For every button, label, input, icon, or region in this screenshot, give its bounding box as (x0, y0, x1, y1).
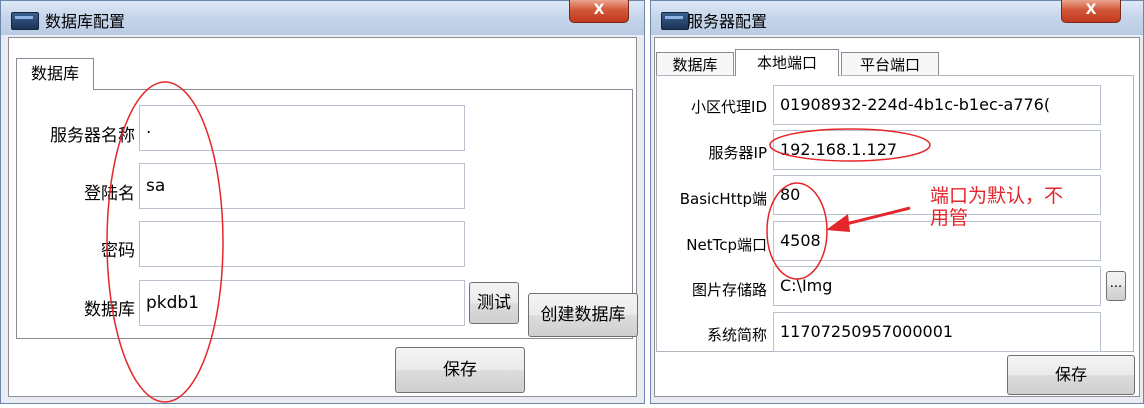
tab-platform-port[interactable]: 平台端口 (841, 52, 939, 76)
agent-id-input[interactable]: 01908932-224d-4b1c-b1ec-a776( (773, 85, 1101, 125)
server-ip-input[interactable]: 192.168.1.127 (773, 130, 1101, 170)
database-config-window: 数据库配置 X 数据库 服务器名称 . 登陆名 sa 密码 数据库 pkdb1 … (0, 0, 645, 404)
title-bar[interactable]: 服务器配置 X (651, 0, 1143, 35)
save-button[interactable]: 保存 (1007, 355, 1135, 395)
window-title: 数据库配置 (45, 12, 126, 31)
test-button[interactable]: 测试 (469, 282, 519, 324)
save-button[interactable]: 保存 (395, 347, 525, 393)
server-name-input[interactable]: . (139, 105, 465, 151)
create-database-button[interactable]: 创建数据库 (528, 293, 638, 337)
app-icon (11, 12, 39, 30)
image-path-input[interactable]: C:\Img (773, 266, 1101, 306)
tab-panel: 小区代理ID 01908932-224d-4b1c-b1ec-a776( 服务器… (656, 75, 1134, 352)
password-input[interactable] (139, 221, 465, 267)
annotation-text-line2: 用管 (930, 207, 969, 229)
server-config-window: 服务器配置 X 数据库 本地端口 平台端口 小区代理ID 01908932-22… (650, 0, 1144, 404)
tab-database[interactable]: 数据库 (16, 58, 94, 90)
browse-button[interactable]: ... (1106, 271, 1126, 301)
server-name-label: 服务器名称 (50, 126, 135, 146)
tab-local-port[interactable]: 本地端口 (735, 49, 839, 76)
system-abbr-input[interactable]: 11707250957000001 (773, 312, 1101, 352)
image-path-label: 图片存储路 (691, 281, 767, 299)
basic-http-port-label: BasicHttp端 (679, 190, 767, 208)
server-ip-label: 服务器IP (708, 144, 767, 162)
login-name-label: 登陆名 (84, 184, 135, 204)
window-client-area: 数据库 服务器名称 . 登陆名 sa 密码 数据库 pkdb1 测试 创建数据库… (8, 37, 638, 397)
database-input[interactable]: pkdb1 (139, 280, 465, 326)
tab-database[interactable]: 数据库 (656, 52, 734, 76)
window-client-area: 数据库 本地端口 平台端口 小区代理ID 01908932-224d-4b1c-… (654, 37, 1140, 397)
net-tcp-port-label: NetTcp端口 (686, 236, 767, 254)
annotation-text-line1: 端口为默认，不 (930, 185, 1064, 207)
login-name-input[interactable]: sa (139, 163, 465, 209)
close-button[interactable]: X (569, 0, 629, 23)
system-abbr-label: 系统简称 (706, 326, 767, 344)
window-title: 服务器配置 (687, 12, 768, 31)
close-button[interactable]: X (1061, 0, 1121, 23)
agent-id-label: 小区代理ID (691, 98, 767, 116)
database-label: 数据库 (84, 300, 135, 320)
title-bar[interactable]: 数据库配置 X (1, 0, 644, 35)
app-icon (661, 12, 689, 30)
password-label: 密码 (101, 241, 135, 261)
